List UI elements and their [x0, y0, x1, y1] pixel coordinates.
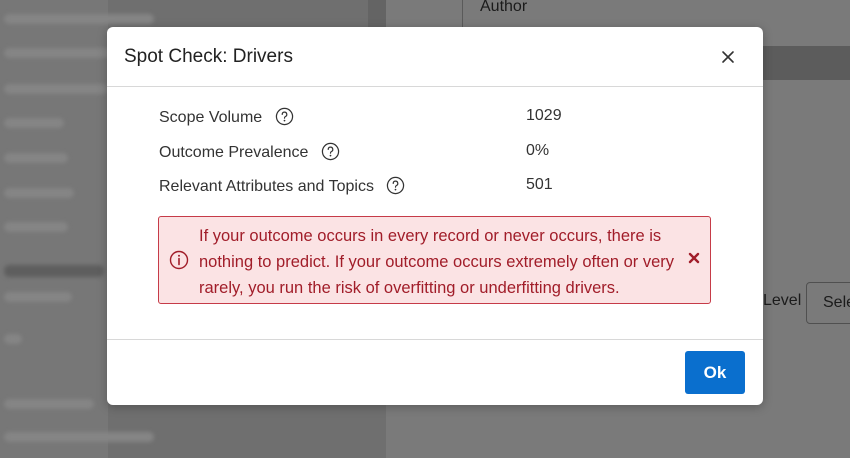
blurred-text [4, 153, 68, 163]
blurred-text [4, 222, 68, 232]
background-select: Sele [806, 282, 850, 324]
stat-label: Scope Volume [159, 107, 294, 127]
background-divider [368, 0, 386, 30]
stat-value: 501 [526, 176, 553, 193]
stat-label: Outcome Prevalence [159, 142, 340, 162]
blurred-text [4, 48, 114, 58]
blurred-text [4, 292, 72, 302]
blurred-text [4, 334, 22, 344]
close-icon[interactable] [719, 48, 737, 66]
stat-value: 0% [526, 142, 550, 159]
help-icon[interactable] [386, 176, 405, 195]
stat-label-text: Scope Volume [159, 109, 263, 126]
info-icon [169, 250, 189, 270]
dialog-title: Spot Check: Drivers [124, 46, 293, 67]
alert-message: If your outcome occurs in every record o… [199, 227, 675, 297]
blurred-text [4, 188, 74, 198]
stat-label-text: Outcome Prevalence [159, 144, 309, 161]
warning-alert: If your outcome occurs in every record o… [158, 216, 711, 304]
ok-button[interactable]: Ok [685, 351, 745, 394]
spot-check-dialog: Spot Check: Drivers Scope Volume 1029 Ou… [107, 27, 763, 405]
blurred-text [4, 432, 154, 442]
stat-row-scope-volume: Scope Volume 1029 [159, 107, 763, 129]
stat-label: Relevant Attributes and Topics [159, 176, 405, 196]
blurred-text [4, 14, 154, 24]
help-icon[interactable] [275, 107, 294, 126]
blurred-text [4, 265, 104, 277]
background-header-bar [762, 46, 850, 80]
help-icon[interactable] [321, 142, 340, 161]
dismiss-icon[interactable] [688, 252, 700, 264]
stat-label-text: Relevant Attributes and Topics [159, 178, 374, 195]
background-level-label: Level [763, 292, 802, 309]
blurred-text [4, 118, 64, 128]
blurred-text [4, 399, 94, 409]
stat-row-outcome-prevalence: Outcome Prevalence 0% [159, 142, 763, 164]
background-sidebar [0, 0, 154, 458]
dialog-body: Scope Volume 1029 Outcome Prevalence 0% [107, 87, 763, 340]
stat-value: 1029 [526, 107, 562, 124]
stat-row-relevant-attributes: Relevant Attributes and Topics 501 [159, 176, 763, 198]
background-author-label: Author [480, 0, 528, 15]
dialog-footer: Ok [107, 340, 763, 404]
blurred-text [4, 84, 108, 94]
dialog-header: Spot Check: Drivers [107, 27, 763, 87]
